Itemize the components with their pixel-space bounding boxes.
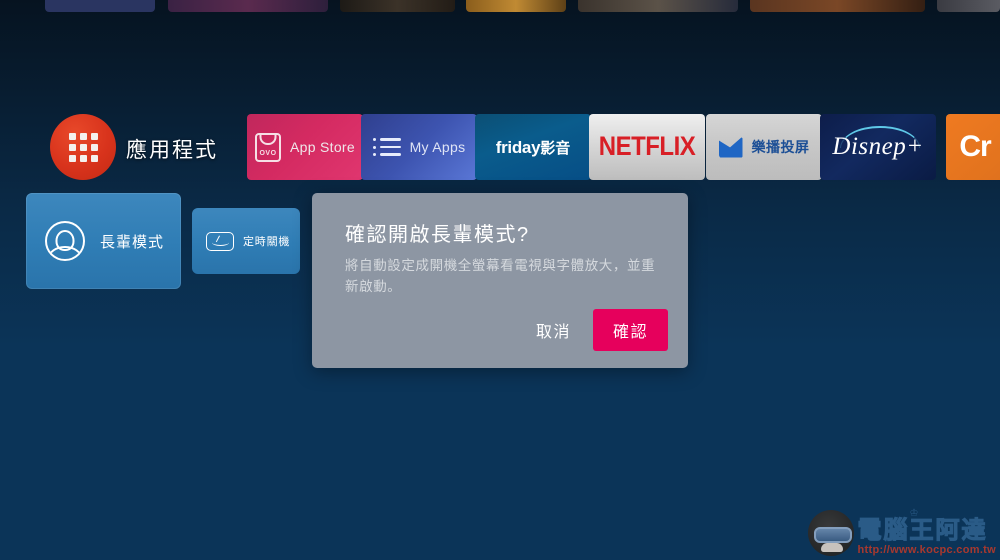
app-tile-label: App Store (290, 139, 355, 155)
mascot-face-icon (807, 510, 854, 556)
watermark-site-name: 電腦王阿達 (857, 517, 988, 544)
page-title: 應用程式 (126, 139, 218, 162)
netflix-logo: NETFLIX (598, 131, 696, 162)
content-thumb[interactable] (168, 0, 328, 12)
bullet-list-icon (372, 137, 401, 157)
dialog-actions: 取消 確認 (526, 309, 668, 351)
tv-home-screen: 應用程式 OVO App Store My Apps friday影音 NETF… (0, 0, 1000, 560)
watermark-text: ♔ 電腦王阿達 http://www.kocpc.com.tw (857, 509, 997, 557)
content-thumb[interactable] (340, 0, 455, 12)
content-thumb[interactable] (750, 0, 925, 12)
sleep-timer-icon (206, 231, 234, 251)
dialog-title: 確認開啟長輩模式? (345, 224, 530, 246)
settings-tile-sleep-timer[interactable]: 定時關機 (192, 208, 300, 274)
friday-logo: friday影音 (496, 137, 571, 158)
confirm-button[interactable]: 確認 (592, 309, 668, 351)
app-tile-myapps[interactable]: My Apps (361, 114, 477, 180)
content-thumb[interactable] (578, 0, 738, 12)
cancel-button[interactable]: 取消 (526, 311, 581, 349)
apps-grid-icon[interactable] (50, 114, 116, 180)
cast-icon (718, 136, 743, 158)
app-tile-disney[interactable]: Disnep+ (820, 114, 936, 180)
watermark-url: http://www.kocpc.com.tw (857, 544, 996, 556)
apps-row: 應用程式 OVO App Store My Apps friday影音 NETF… (0, 52, 1000, 180)
settings-tile-label: 定時關機 (243, 236, 291, 248)
friday-wordmark-cn: 影音 (540, 139, 571, 157)
content-thumb[interactable] (466, 0, 566, 12)
ovo-brand-text: OVO (259, 149, 277, 157)
app-tile-lebo[interactable]: 樂播投屏 (706, 114, 822, 180)
app-tile-crunchyroll[interactable]: Cr (946, 114, 1000, 180)
crunchyroll-logo: Cr (959, 130, 991, 163)
content-row-above (0, 0, 1000, 13)
app-tile-label: 樂播投屏 (751, 139, 810, 155)
confirm-dialog: 確認開啟長輩模式? 將自動設定成開機全螢幕看電視與字體放大，並重新啟動。 取消 … (312, 193, 688, 368)
shopping-bag-icon: OVO (255, 132, 282, 162)
content-thumb[interactable] (937, 0, 1000, 12)
friday-wordmark: friday (495, 137, 541, 157)
content-thumb[interactable] (45, 0, 155, 12)
grid-dots (68, 132, 98, 162)
app-tile-netflix[interactable]: NETFLIX (589, 114, 705, 180)
elder-person-avatar-icon (45, 221, 85, 261)
watermark: ♔ 電腦王阿達 http://www.kocpc.com.tw (807, 509, 997, 557)
app-tile-appstore[interactable]: OVO App Store (247, 114, 363, 180)
app-tile-label: My Apps (409, 139, 466, 155)
app-tile-friday[interactable]: friday影音 (475, 114, 591, 180)
disney-plus-logo: Disnep+ (832, 126, 924, 160)
settings-tile-label: 長輩模式 (100, 233, 165, 251)
dialog-body-text: 將自動設定成開機全螢幕看電視與字體放大，並重新啟動。 (345, 258, 656, 294)
settings-tile-elder-mode[interactable]: 長輩模式 (26, 193, 181, 289)
